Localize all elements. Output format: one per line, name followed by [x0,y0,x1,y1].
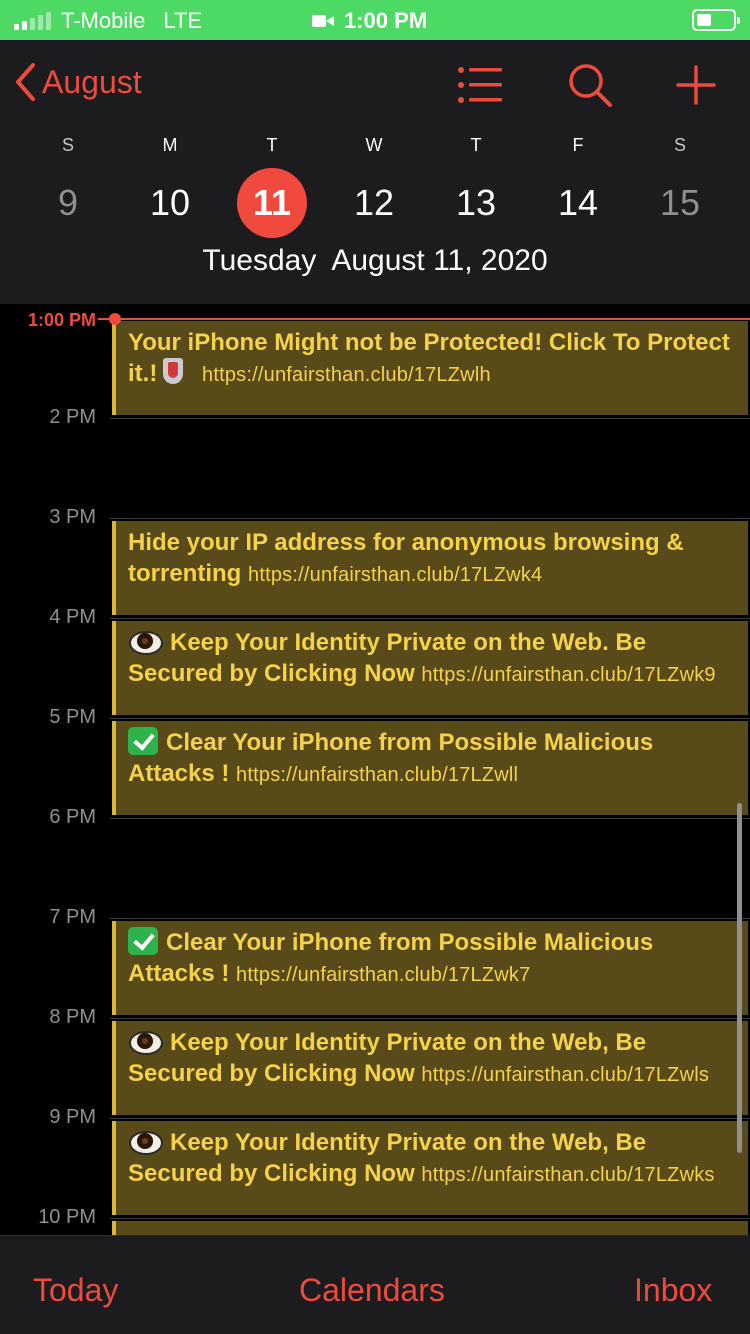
date-cell[interactable]: 12 [323,168,425,238]
current-time-label: 1:00 PM [27,310,96,330]
hour-label: 4 PM [49,606,96,628]
event-url: https://unfairsthan.club/17LZwks [421,1164,715,1186]
hour-label: 10 PM [38,1206,96,1228]
check-icon [128,727,158,755]
signal-icon [14,12,51,30]
weekday-label: F [572,135,584,155]
calendar-event[interactable]: Clear Your iPhone from Possible Maliciou… [112,721,748,815]
calendar-event[interactable]: Hide your IP address for anonymous brows… [112,521,748,615]
date-cell[interactable]: 13 [425,168,527,238]
hour-label: 7 PM [49,906,96,928]
date-cell-selected[interactable]: 11 [221,168,323,238]
calendar-event[interactable]: Keep Your Identity Private on the Web, B… [112,1021,748,1115]
calendar-event[interactable]: Clear Your iPhone from Possible Maliciou… [112,921,748,1015]
date-cell[interactable]: 15 [629,168,731,238]
calendar-event-partial[interactable] [112,1221,748,1235]
current-time-dot [109,313,121,325]
hour-label: 8 PM [49,1006,96,1028]
network-label: LTE [163,8,203,33]
inbox-button[interactable]: Inbox [634,1272,712,1309]
eye-icon [128,627,163,655]
weekday-label: S [61,135,74,155]
weekday-label: S [673,135,686,155]
calendar-header: August S M T W T F S 9 10 11 12 13 14 15… [0,40,750,304]
day-title: Tuesday August 11, 2020 [202,244,548,277]
add-icon[interactable] [672,62,720,108]
carrier-label: T-Mobile [61,8,146,33]
date-cell[interactable]: 10 [119,168,221,238]
calendar-event[interactable]: Your iPhone Might not be Protected! Clic… [112,321,748,415]
bottom-toolbar: Today Calendars Inbox [0,1235,750,1334]
list-icon[interactable] [456,62,504,108]
day-timeline[interactable]: 2 PM 3 PM 4 PM 5 PM 6 PM 7 PM 8 PM 9 PM … [0,305,750,1235]
hour-label: 3 PM [49,506,96,528]
back-label: August [42,63,142,100]
check-icon [128,927,158,955]
hour-label: 6 PM [49,806,96,828]
weekday-label: T [470,135,482,155]
today-button[interactable]: Today [33,1272,118,1309]
scrollbar[interactable] [737,803,742,1153]
weekday-label: M [162,135,178,155]
back-button[interactable]: August [14,62,142,102]
status-bar: T-Mobile LTE 1:00 PM [0,0,750,40]
shield-icon [161,358,187,386]
weekday-label: W [365,135,383,155]
event-url: https://unfairsthan.club/17LZwlh [202,364,491,386]
eye-icon [128,1027,163,1055]
date-cell[interactable]: 9 [17,168,119,238]
eye-icon [128,1127,163,1155]
weekday-label: T [266,135,278,155]
date-cell[interactable]: 14 [527,168,629,238]
calendars-button[interactable]: Calendars [299,1272,445,1309]
hour-label: 9 PM [49,1106,96,1128]
battery-icon [692,9,740,31]
hour-label: 5 PM [49,706,96,728]
event-url: https://unfairsthan.club/17LZwk4 [248,564,543,586]
date-row: 9 10 11 12 13 14 15 [17,168,731,238]
hour-label: 2 PM [49,406,96,428]
calendar-event[interactable]: Keep Your Identity Private on the Web. B… [112,621,748,715]
video-camera-icon [312,14,334,28]
event-url: https://unfairsthan.club/17LZwk9 [421,664,716,686]
current-time-line [98,318,750,320]
event-url: https://unfairsthan.club/17LZwls [421,1064,710,1086]
chevron-left-icon [16,63,35,101]
event-url: https://unfairsthan.club/17LZwk7 [236,964,531,986]
status-time: 1:00 PM [344,8,428,33]
search-icon[interactable] [566,62,614,108]
calendar-event[interactable]: Keep Your Identity Private on the Web, B… [112,1121,748,1215]
weekday-row: S M T W T F S [0,135,750,156]
event-url: https://unfairsthan.club/17LZwll [236,764,519,786]
